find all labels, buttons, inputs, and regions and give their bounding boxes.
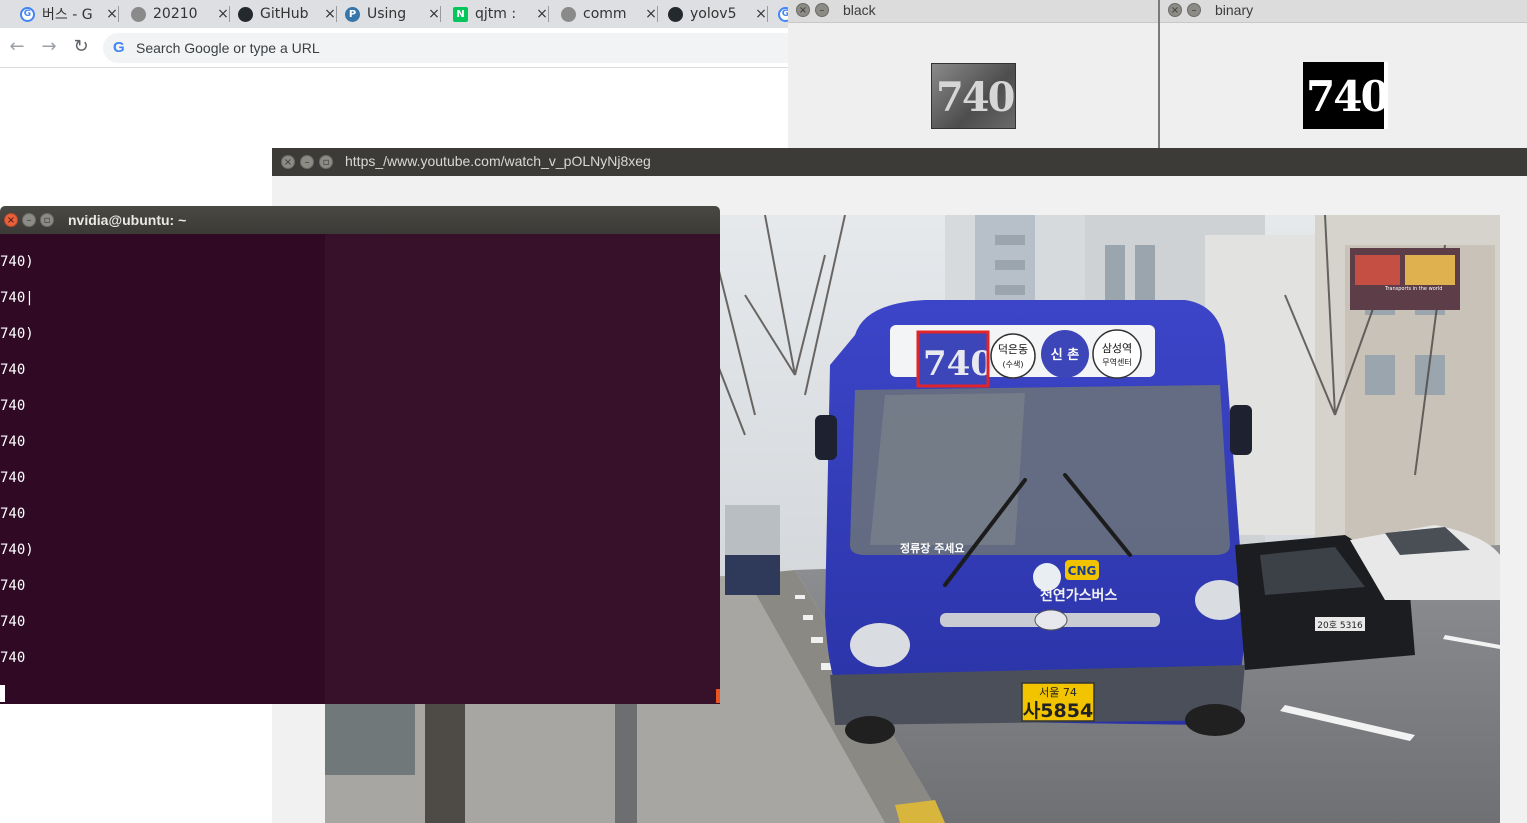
terminal-line: 740) — [0, 326, 34, 342]
bus-plate-number: 사5854 — [1023, 700, 1093, 722]
sign-destination-sub: 무역센터 — [1102, 357, 1131, 367]
bus-plate-top: 서울 74 — [1039, 686, 1077, 699]
tab-title: qjtm : — [475, 6, 517, 22]
black-window-titlebar[interactable]: × – black — [788, 0, 1159, 23]
reload-icon[interactable]: ↻ — [71, 37, 91, 57]
github-icon — [238, 6, 253, 22]
terminal-title: nvidia@ubuntu: ~ — [68, 212, 187, 228]
globe-icon — [561, 6, 576, 22]
browser-tab[interactable]: comm × — [561, 0, 658, 28]
tab-title: comm — [583, 6, 627, 22]
browser-tab[interactable]: P Using × — [345, 0, 441, 28]
plate-binary-text: 740 — [1306, 72, 1390, 121]
car-plate: 20호 5316 — [1317, 620, 1363, 631]
sign-destination: 신 촌 — [1051, 348, 1079, 363]
tab-title: yolov5 — [690, 6, 737, 22]
sign-destination-sub: (수색) — [1003, 359, 1024, 369]
plate-crop-image: 740 — [931, 63, 1016, 129]
cng-logo: CNG — [1068, 564, 1097, 578]
minimize-icon[interactable]: – — [300, 155, 314, 169]
thumbnail-caption: Transports in the world — [1384, 286, 1442, 292]
terminal-window: × – ▫ nvidia@ubuntu: ~ 740) 740| 740) 74… — [0, 206, 720, 704]
terminal-scrollbar[interactable] — [716, 689, 720, 703]
tab-title: 버스 - G — [42, 7, 93, 23]
close-icon[interactable]: × — [796, 3, 810, 17]
terminal-line: 740) — [0, 254, 34, 270]
terminal-cursor — [0, 685, 5, 702]
terminal-titlebar[interactable]: × – ▫ nvidia@ubuntu: ~ — [0, 206, 720, 234]
binary-window-titlebar[interactable]: × – binary — [1160, 0, 1527, 23]
close-tab-icon[interactable]: × — [754, 6, 768, 22]
tab-title: 20210 — [153, 6, 198, 22]
sign-destination: 덕은동 — [998, 343, 1028, 356]
window-title: binary — [1215, 2, 1254, 18]
browser-tab[interactable]: G 버스 - G × — [20, 0, 119, 28]
browser-tab[interactable]: 20210 × — [131, 0, 230, 28]
bus-banner-text: 정류장 주세요 — [900, 541, 965, 555]
maximize-icon[interactable]: ▫ — [319, 155, 333, 169]
browser-tab[interactable]: yolov5 × — [668, 0, 768, 28]
terminal-output[interactable]: 740) 740| 740) 740 740 740 740 740 740) … — [0, 234, 720, 704]
naver-icon: N — [453, 6, 468, 22]
black-window: × – black 740 — [788, 0, 1159, 150]
plate-crop-text: 740 — [936, 74, 1015, 121]
close-tab-icon[interactable]: × — [427, 6, 441, 22]
cng-company-text: 천연가스버스 — [1040, 587, 1117, 604]
minimize-icon[interactable]: – — [1187, 3, 1201, 17]
terminal-line: 740 — [0, 470, 26, 486]
terminal-line: 740) — [0, 542, 34, 558]
back-icon[interactable]: ← — [7, 37, 27, 57]
close-tab-icon[interactable]: × — [644, 6, 658, 22]
address-input[interactable] — [136, 33, 736, 63]
route-number-sign: 740 — [923, 344, 994, 384]
close-tab-icon[interactable]: × — [105, 6, 119, 22]
google-icon: G — [113, 39, 125, 56]
terminal-line: 740 — [0, 506, 26, 522]
sign-destination: 삼성역 — [1102, 342, 1132, 355]
python-icon: P — [345, 6, 360, 22]
terminal-line: 740 — [0, 362, 26, 378]
video-window-titlebar[interactable]: × – ▫ https_/www.youtube.com/watch_v_pOL… — [272, 148, 1527, 176]
plate-binary-image: 740 — [1303, 62, 1390, 129]
terminal-line: 740 — [0, 434, 26, 450]
terminal-line: 740 — [0, 398, 26, 414]
binary-window: × – binary 740 — [1160, 0, 1527, 150]
terminal-line: 740 — [0, 650, 26, 666]
close-icon[interactable]: × — [1168, 3, 1182, 17]
tab-title: Using — [367, 6, 407, 22]
terminal-line: 740| — [0, 290, 34, 306]
browser-tab[interactable]: N qjtm : × — [453, 0, 549, 28]
close-tab-icon[interactable]: × — [216, 6, 230, 22]
omnibox[interactable]: G — [103, 33, 813, 63]
forward-icon[interactable]: → — [39, 37, 59, 57]
google-icon: G — [20, 6, 35, 22]
minimize-icon[interactable]: – — [815, 3, 829, 17]
close-tab-icon[interactable]: × — [323, 6, 337, 22]
maximize-icon[interactable]: ▫ — [40, 213, 54, 227]
browser-tab-strip: G 버스 - G × 20210 × GitHub × P Using × N … — [0, 0, 800, 28]
browser-toolbar: ← → ↻ G — [0, 28, 813, 68]
video-window-title: https_/www.youtube.com/watch_v_pOLNyNj8x… — [345, 153, 651, 169]
window-title: black — [843, 2, 876, 18]
close-icon[interactable]: × — [281, 155, 295, 169]
close-icon[interactable]: × — [4, 213, 18, 227]
browser-tab[interactable]: GitHub × — [238, 0, 337, 28]
minimize-icon[interactable]: – — [22, 213, 36, 227]
github-icon — [668, 6, 683, 22]
tab-title: GitHub — [260, 6, 309, 22]
close-tab-icon[interactable]: × — [535, 6, 549, 22]
globe-icon — [131, 6, 146, 22]
terminal-line: 740 — [0, 614, 26, 630]
terminal-line: 740 — [0, 578, 26, 594]
